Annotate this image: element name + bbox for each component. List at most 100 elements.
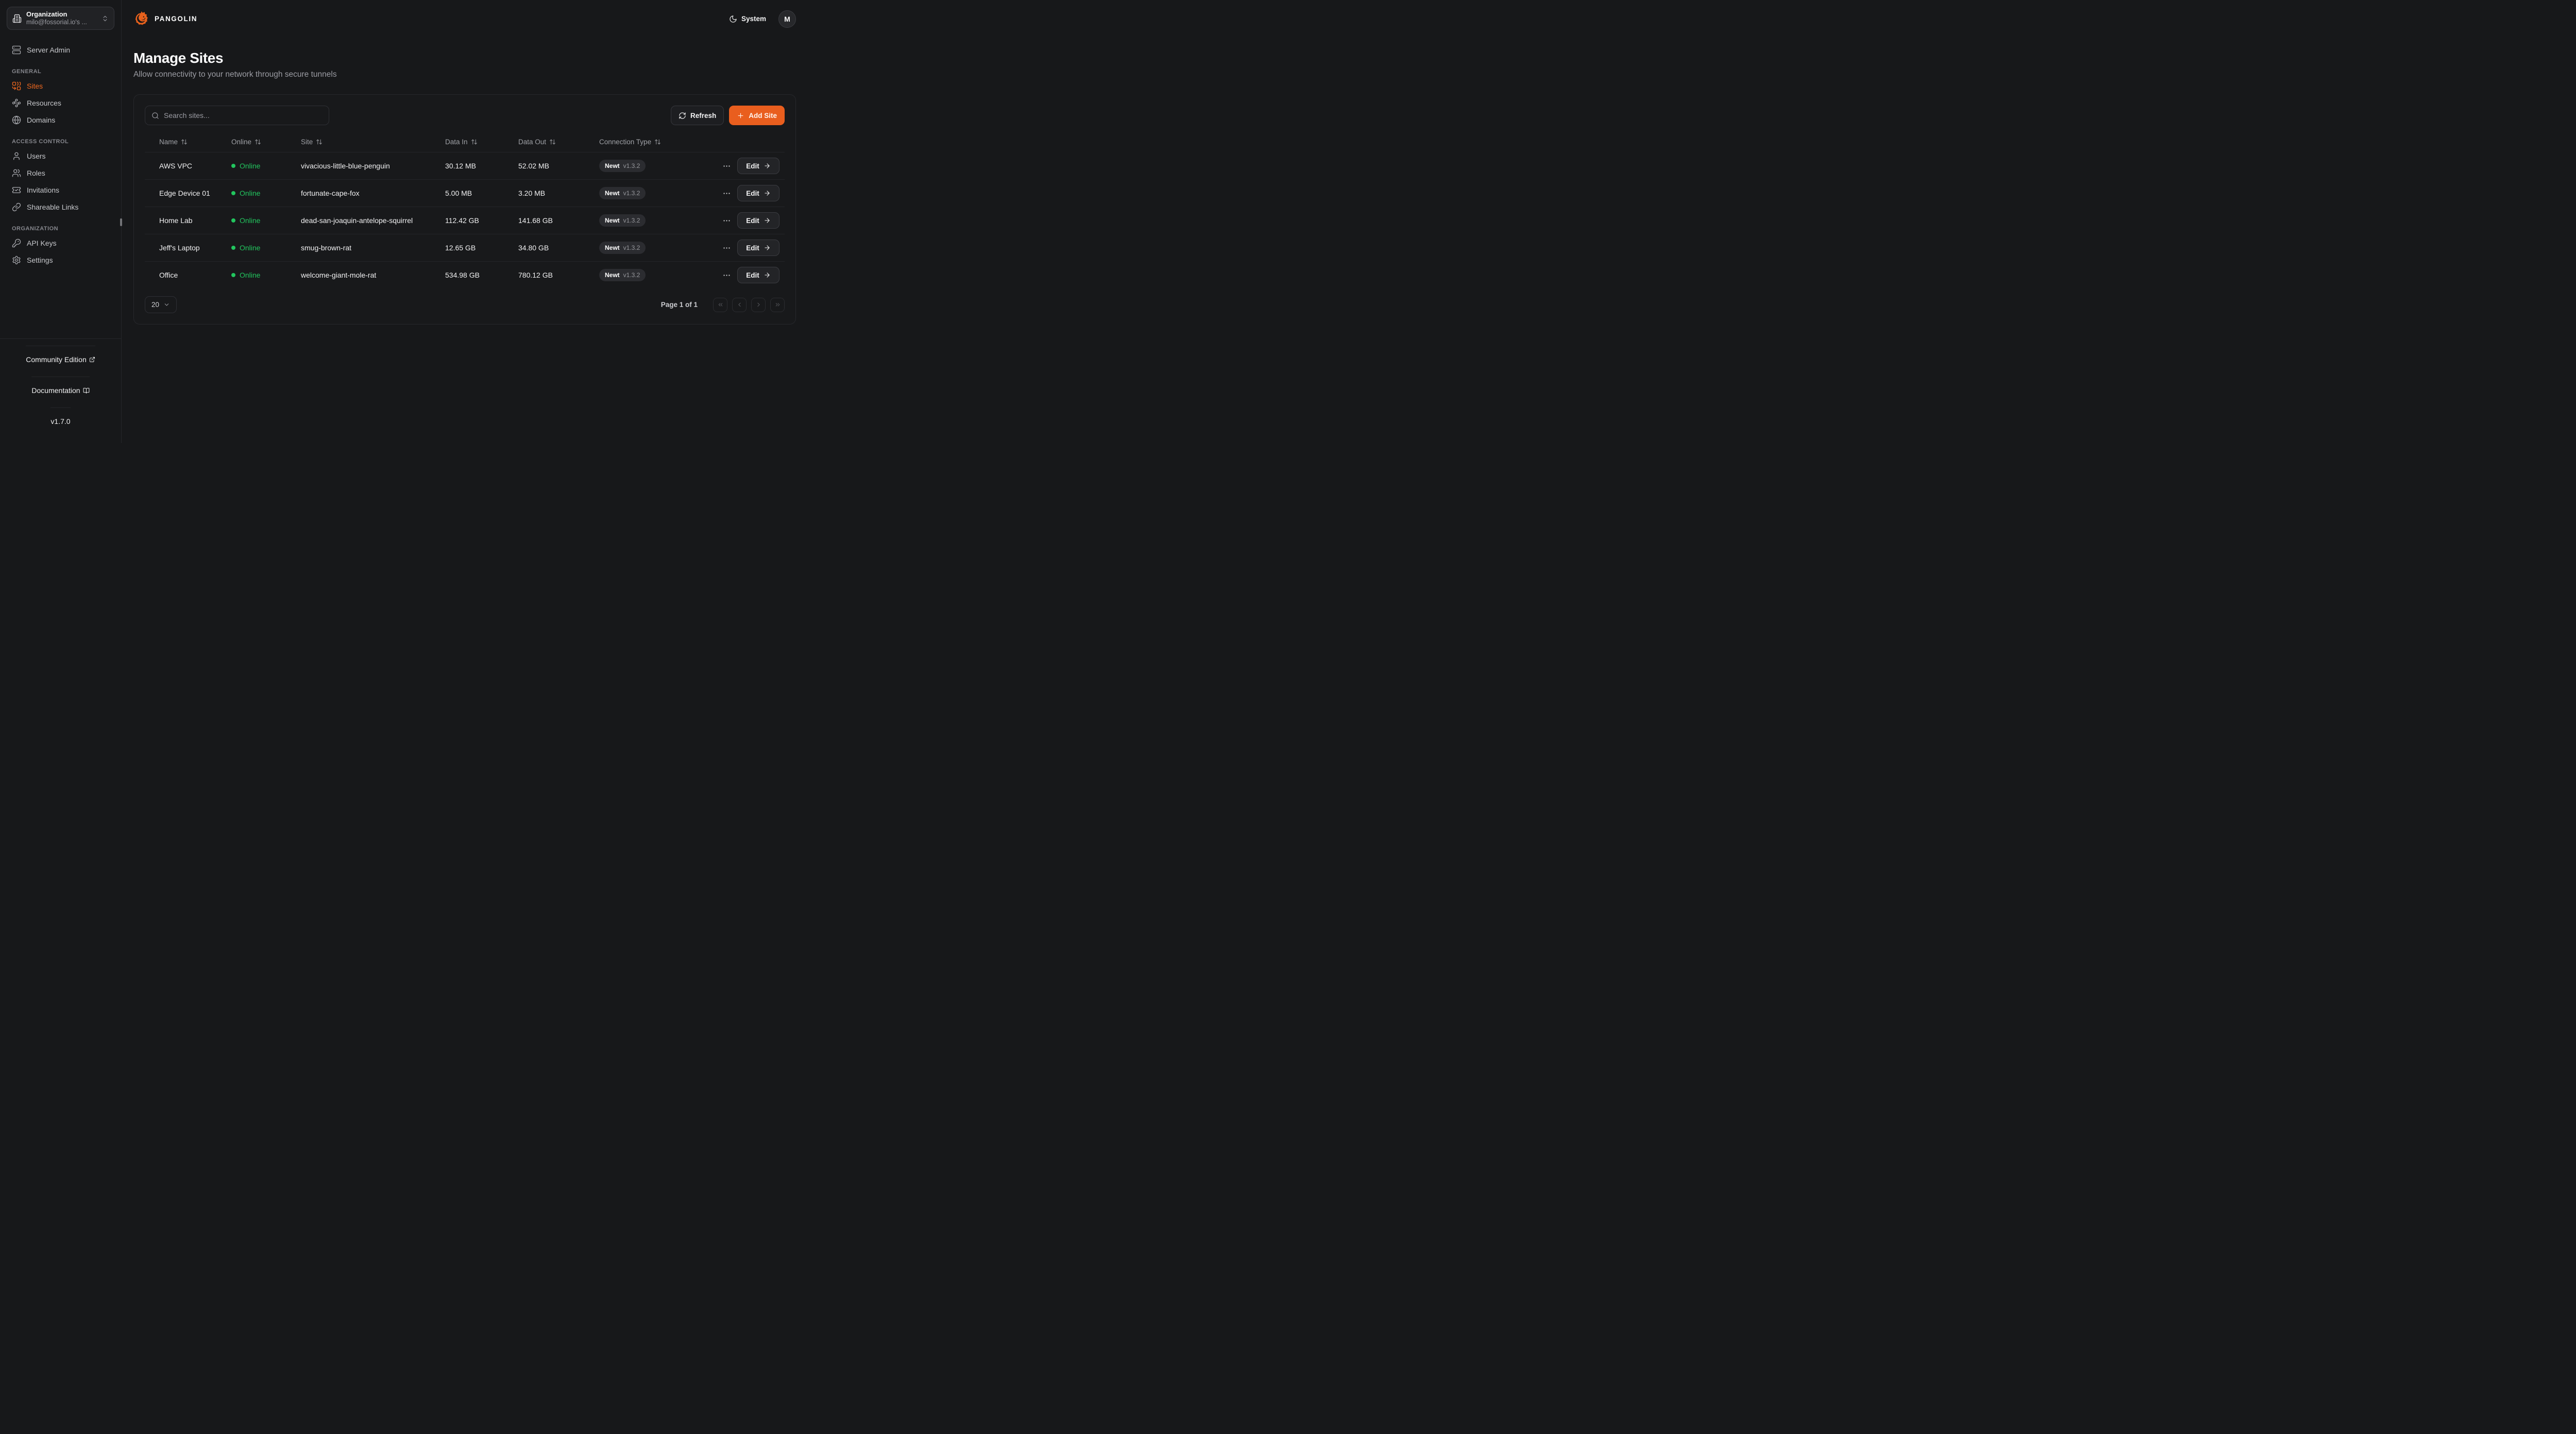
avatar[interactable]: M [778, 10, 796, 28]
last-page-button[interactable] [770, 298, 785, 312]
edit-button[interactable]: Edit [737, 267, 779, 283]
online-status: Online [231, 189, 301, 197]
waypoints-icon [12, 98, 21, 108]
edit-button[interactable]: Edit [737, 158, 779, 174]
theme-label: System [741, 15, 766, 23]
edit-button[interactable]: Edit [737, 185, 779, 201]
refresh-button[interactable]: Refresh [671, 106, 724, 125]
connection-client: Newt [605, 271, 620, 279]
sidebar: Organization milo@fossorial.io's ... Ser… [0, 0, 122, 443]
sidebar-item-resources[interactable]: Resources [7, 95, 114, 111]
org-label: Organization [26, 10, 87, 19]
sidebar-resize-handle[interactable] [120, 218, 122, 226]
arrow-right-icon [764, 190, 771, 197]
row-actions-button[interactable] [716, 216, 737, 225]
add-site-button[interactable]: Add Site [729, 106, 785, 125]
sidebar-item-invitations[interactable]: Invitations [7, 182, 114, 198]
sidebar-item-roles[interactable]: Roles [7, 165, 114, 181]
row-actions-button[interactable] [716, 271, 737, 280]
brand[interactable]: PANGOLIN [133, 11, 197, 27]
building-icon [12, 14, 22, 23]
column-header-data-in[interactable]: Data In [445, 138, 518, 146]
first-page-button[interactable] [713, 298, 727, 312]
column-header-online[interactable]: Online [231, 138, 301, 146]
theme-toggle[interactable]: System [729, 15, 766, 23]
main-content: PANGOLIN System M Manage Sites Allow con… [122, 0, 808, 443]
sidebar-item-domains[interactable]: Domains [7, 112, 114, 128]
site-name: Edge Device 01 [159, 189, 231, 197]
arrow-right-icon [764, 162, 771, 169]
sidebar-footer: Community Edition Documentation v1.7.0 [0, 338, 121, 438]
sort-icon [654, 139, 661, 145]
toolbar-actions: Refresh Add Site [671, 106, 785, 125]
column-header-name[interactable]: Name [159, 138, 231, 146]
online-status: Online [231, 216, 301, 225]
data-in: 30.12 MB [445, 162, 518, 170]
search-input[interactable] [164, 111, 323, 120]
connection-client: Newt [605, 244, 620, 251]
ellipsis-icon [722, 162, 731, 170]
sidebar-item-settings[interactable]: Settings [7, 252, 114, 268]
row-actions-button[interactable] [716, 189, 737, 198]
page-subtitle: Allow connectivity to your network throu… [133, 70, 796, 79]
data-out: 141.68 GB [518, 216, 599, 225]
combine-icon [12, 81, 21, 91]
edit-button[interactable]: Edit [737, 240, 779, 256]
data-out: 780.12 GB [518, 271, 599, 279]
arrow-right-icon [764, 271, 771, 279]
edit-button[interactable]: Edit [737, 212, 779, 229]
plus-icon [737, 112, 744, 120]
status-dot [231, 218, 235, 223]
status-label: Online [240, 162, 260, 170]
community-edition-link[interactable]: Community Edition [26, 346, 95, 373]
documentation-link[interactable]: Documentation [31, 377, 89, 404]
add-site-label: Add Site [749, 112, 777, 120]
previous-page-button[interactable] [732, 298, 747, 312]
table-footer: 20 Page 1 of 1 [145, 296, 785, 313]
column-header-site[interactable]: Site [301, 138, 445, 146]
sidebar-item-label: Resources [27, 99, 61, 107]
sort-icon [471, 139, 478, 145]
sidebar-item-sites[interactable]: Sites [7, 78, 114, 94]
server-icon [12, 45, 21, 55]
chevron-right-icon [755, 301, 762, 308]
chevrons-right-icon [774, 301, 781, 308]
page-size-value: 20 [151, 301, 159, 309]
page-size-select[interactable]: 20 [145, 296, 177, 313]
page-info: Page 1 of 1 [661, 301, 698, 309]
site-slug: welcome-giant-mole-rat [301, 271, 445, 279]
data-in: 12.65 GB [445, 244, 518, 252]
edit-label: Edit [746, 271, 759, 279]
online-status: Online [231, 244, 301, 252]
column-header-connection-type[interactable]: Connection Type [599, 138, 716, 146]
status-dot [231, 273, 235, 277]
ellipsis-icon [722, 189, 731, 198]
column-header-data-out[interactable]: Data Out [518, 138, 599, 146]
sidebar-item-shareable-links[interactable]: Shareable Links [7, 199, 114, 215]
sidebar-item-users[interactable]: Users [7, 148, 114, 164]
sidebar-item-server-admin[interactable]: Server Admin [7, 42, 114, 58]
org-switcher[interactable]: Organization milo@fossorial.io's ... [7, 7, 114, 30]
sidebar-item-api-keys[interactable]: API Keys [7, 235, 114, 251]
table-row: Home Lab Online dead-san-joaquin-antelop… [145, 207, 785, 234]
sidebar-item-label: Users [27, 152, 46, 160]
data-out: 52.02 MB [518, 162, 599, 170]
row-actions-button[interactable] [716, 244, 737, 252]
site-name: Office [159, 271, 231, 279]
connection-type-badge: Newtv1.3.2 [599, 242, 646, 254]
sites-table: Name Online Site Data In Data Out Connec… [145, 131, 785, 288]
row-actions-button[interactable] [716, 162, 737, 170]
connection-client: Newt [605, 217, 620, 224]
data-in: 534.98 GB [445, 271, 518, 279]
sort-icon [181, 139, 188, 145]
next-page-button[interactable] [751, 298, 766, 312]
sidebar-nav: Server Admin GENERAL Sites Resources Dom… [7, 41, 114, 269]
external-link-icon [89, 356, 95, 363]
ellipsis-icon [722, 271, 731, 280]
page-title: Manage Sites [133, 50, 796, 66]
online-status: Online [231, 162, 301, 170]
ellipsis-icon [722, 244, 731, 252]
app-version: v1.7.0 [50, 407, 70, 435]
chevrons-up-down-icon [101, 15, 109, 22]
status-label: Online [240, 189, 260, 197]
